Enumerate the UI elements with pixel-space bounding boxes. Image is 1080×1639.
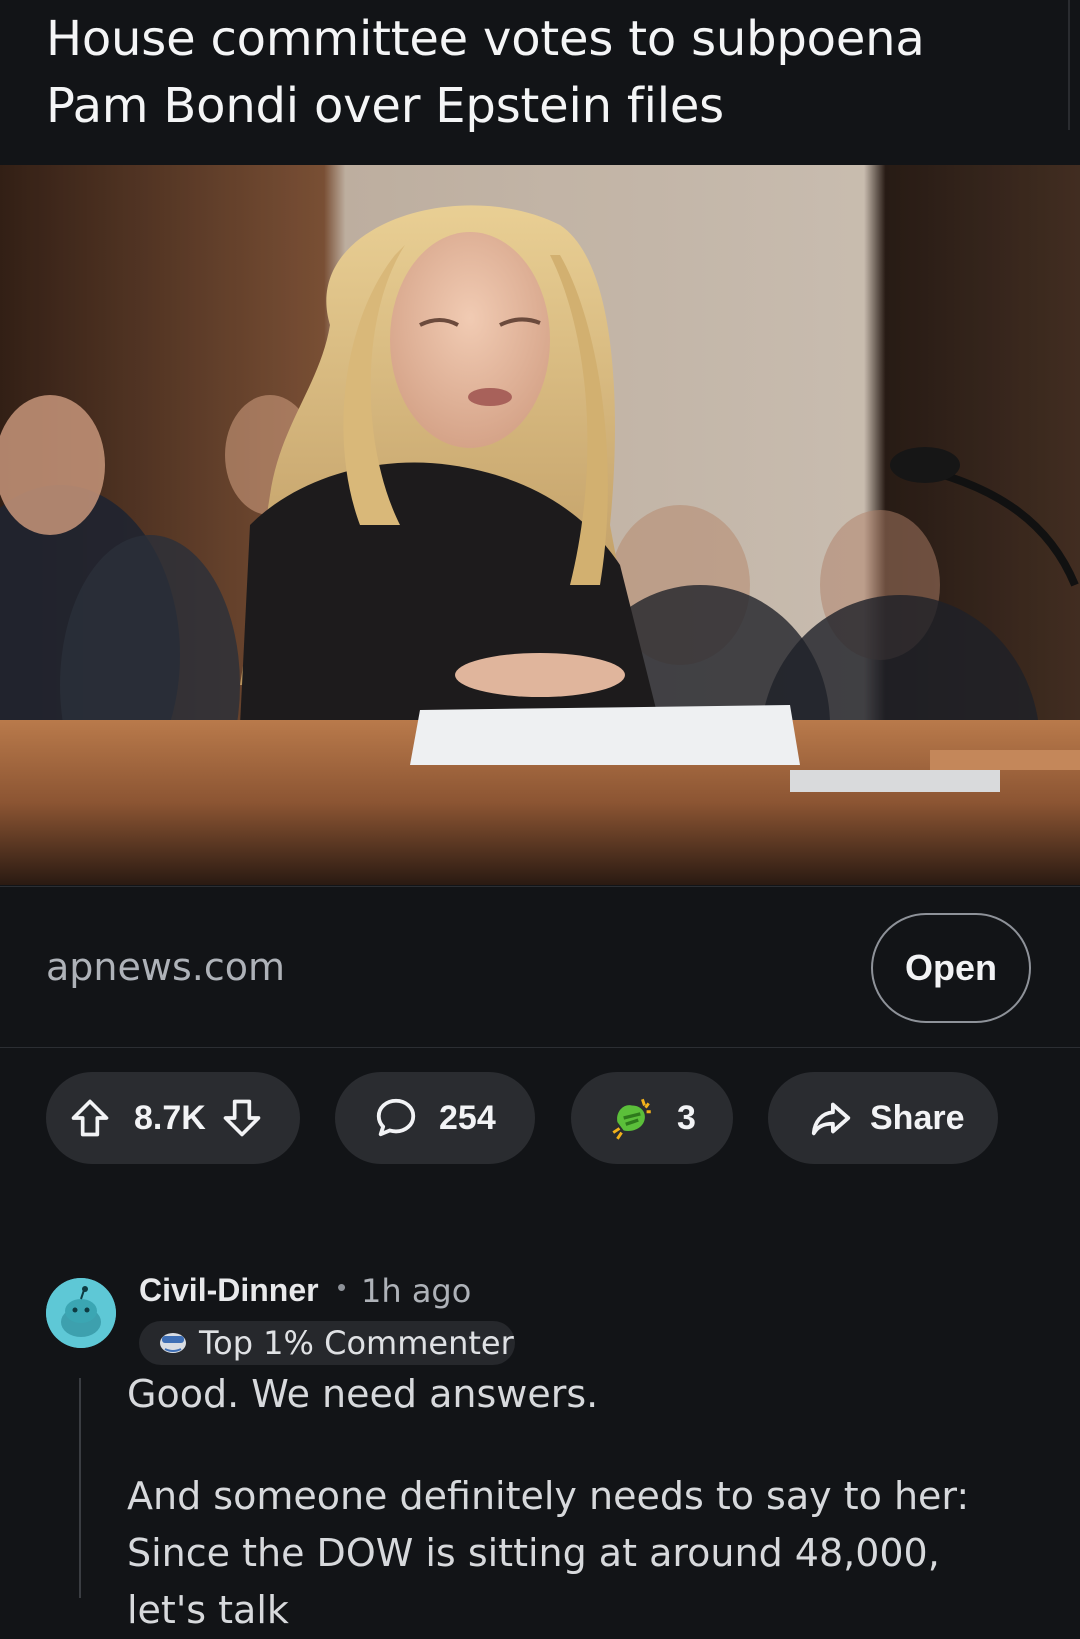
flair-icon — [157, 1327, 189, 1360]
comment-count: 254 — [439, 1098, 496, 1137]
awards-button[interactable]: 3 — [571, 1072, 733, 1164]
comment-bubble-icon — [373, 1095, 419, 1141]
snoo-avatar-icon[interactable] — [46, 1278, 116, 1348]
user-flair: Top 1% Commenter — [139, 1321, 515, 1365]
comments-button[interactable]: 254 — [335, 1072, 535, 1164]
hearing-photo-illustration — [0, 165, 1080, 885]
comment-paragraph: Good. We need answers. — [127, 1372, 599, 1416]
thread-line[interactable] — [79, 1378, 81, 1598]
share-icon — [808, 1095, 854, 1141]
link-domain[interactable]: apnews.com — [46, 945, 285, 989]
meta-separator: • — [337, 1272, 347, 1302]
downvote-icon[interactable] — [220, 1096, 264, 1140]
comment-paragraph: And someone definitely needs to say to h… — [127, 1474, 970, 1632]
comment-body: Good. We need answers. And someone defin… — [127, 1366, 1027, 1639]
comment-author[interactable]: Civil-Dinner — [139, 1272, 319, 1309]
post-image[interactable] — [0, 165, 1080, 885]
comment-time: 1h ago — [361, 1272, 472, 1310]
share-label: Share — [870, 1098, 965, 1137]
post-title[interactable]: House committee votes to subpoena Pam Bo… — [46, 6, 1036, 140]
open-link-button[interactable]: Open — [871, 913, 1031, 1023]
vote-score: 8.7K — [134, 1098, 206, 1137]
vote-control: 8.7K — [46, 1072, 300, 1164]
upvote-icon[interactable] — [68, 1096, 112, 1140]
award-count: 3 — [677, 1098, 696, 1137]
share-button[interactable]: Share — [768, 1072, 998, 1164]
post-header: House committee votes to subpoena Pam Bo… — [0, 0, 1080, 165]
link-preview-row: apnews.com Open — [0, 886, 1080, 1048]
flair-text: Top 1% Commenter — [199, 1324, 514, 1362]
award-icon — [607, 1093, 657, 1143]
scroll-indicator — [1068, 0, 1080, 130]
action-bar: 8.7K 254 3 Share — [0, 1072, 1080, 1164]
